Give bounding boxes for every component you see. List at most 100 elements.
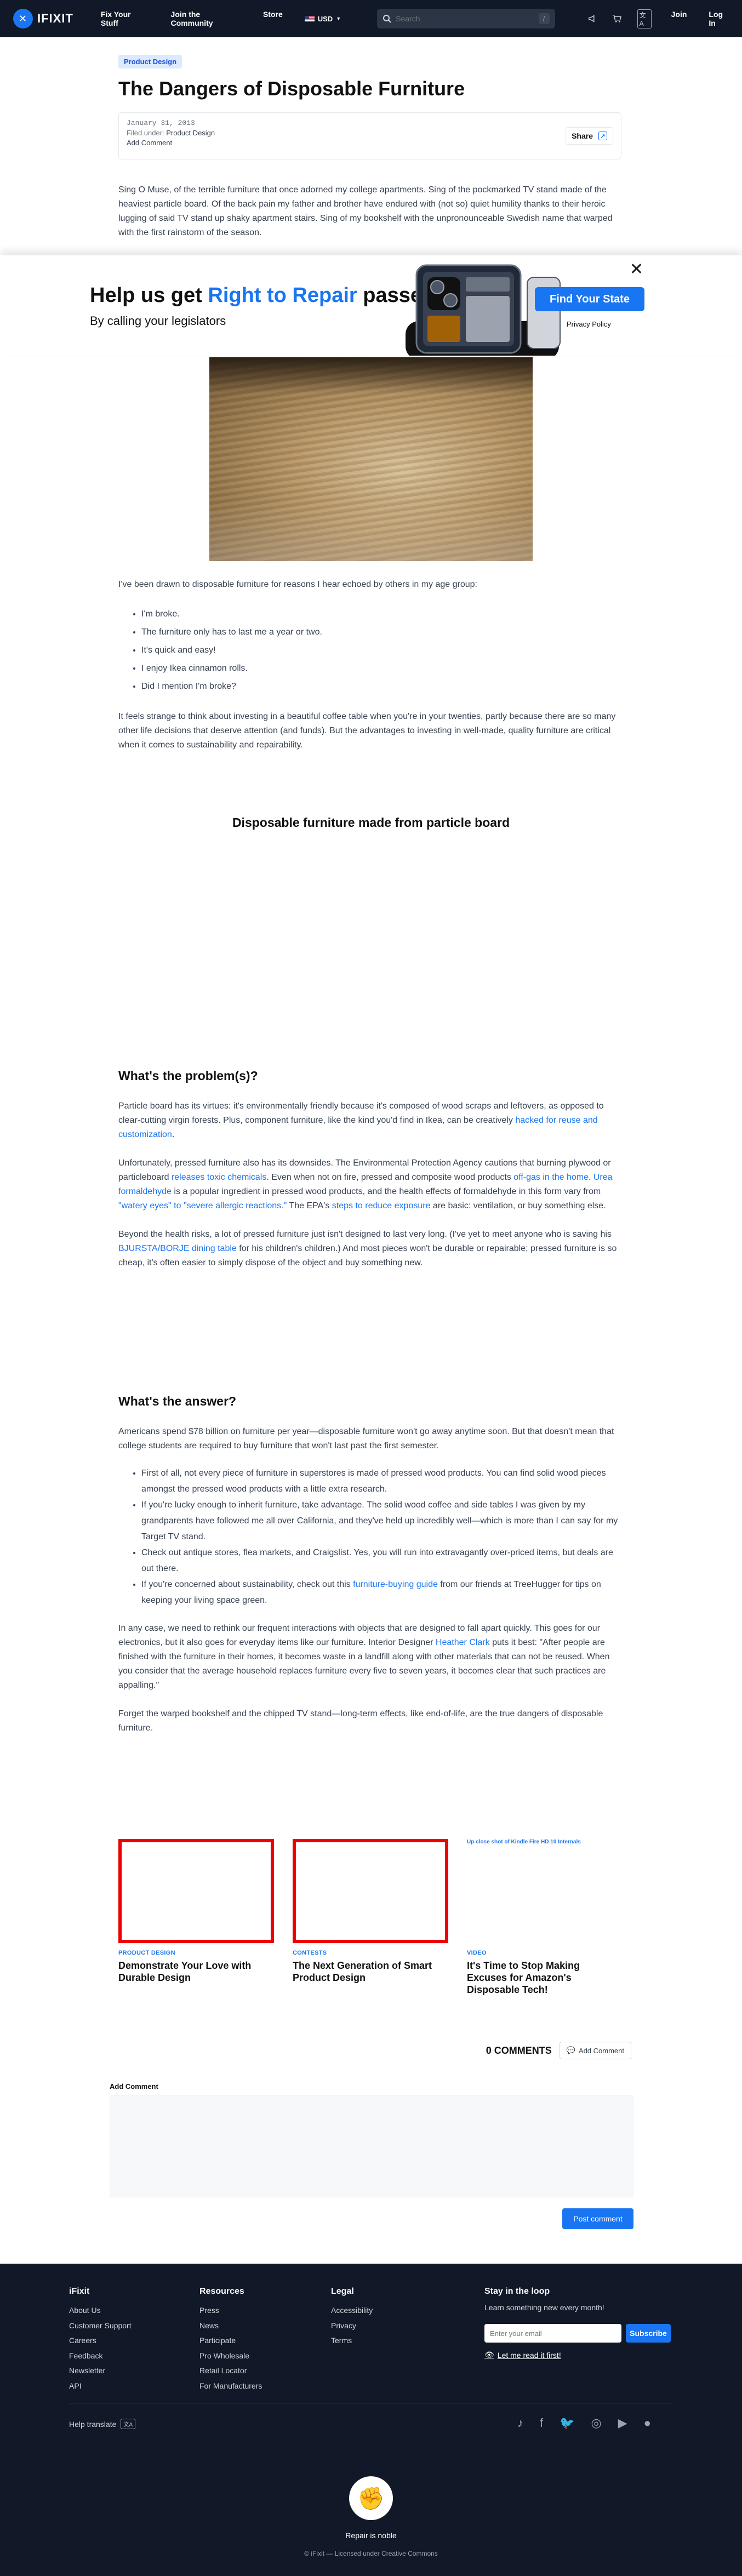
add-comment-link[interactable]: Add Comment xyxy=(127,138,613,148)
footer-link[interactable]: About Us xyxy=(69,2303,132,2318)
related-card-title[interactable]: Demonstrate Your Love with Durable Desig… xyxy=(118,1960,274,1984)
footer-link[interactable]: For Manufacturers xyxy=(199,2379,262,2394)
tiktok-icon[interactable]: ♪ xyxy=(517,2416,523,2430)
us-flag-icon xyxy=(304,15,315,22)
text-span: is a popular ingredient in pressed wood … xyxy=(171,1187,601,1196)
footer-link[interactable]: API xyxy=(69,2379,132,2394)
nav-store[interactable]: Store xyxy=(263,10,283,27)
footer-col-resources: Resources Press News Participate Pro Who… xyxy=(199,2287,262,2394)
strange-paragraph: It feels strange to think about investin… xyxy=(118,712,616,750)
toxic-chemicals-link[interactable]: releases toxic chemicals xyxy=(172,1173,266,1182)
answer-paragraph-1: Americans spend $78 billion on furniture… xyxy=(118,1427,614,1450)
locale-selector[interactable]: USD ▼ xyxy=(304,14,341,23)
footer-link[interactable]: Newsletter xyxy=(69,2363,132,2379)
off-gas-link[interactable]: off-gas in the home xyxy=(513,1173,589,1182)
text-span: The EPA's xyxy=(287,1201,332,1210)
nav-join-community[interactable]: Join the Community xyxy=(171,10,239,27)
watery-eyes-link[interactable]: "watery eyes" to "severe allergic reacti… xyxy=(118,1201,287,1210)
related-card[interactable]: Up close shot of Kindle Fire HD 10 Inter… xyxy=(467,1839,623,1996)
discourse-icon[interactable]: ● xyxy=(644,2416,651,2430)
answer-section: What's the answer? Americans spend $78 b… xyxy=(118,1394,623,1750)
related-card-image[interactable] xyxy=(118,1839,274,1943)
list-item: Check out antique stores, flea markets, … xyxy=(141,1545,623,1577)
footer-link[interactable]: Accessibility xyxy=(331,2303,373,2318)
footer-link[interactable]: Customer Support xyxy=(69,2318,132,2334)
close-icon[interactable]: ✕ xyxy=(630,260,643,279)
read-first-link[interactable]: 👁 Let me read it first! xyxy=(484,2350,671,2360)
comment-textarea[interactable] xyxy=(110,2095,633,2197)
eye-icon: 👁 xyxy=(484,2350,494,2359)
filed-under-link[interactable]: Product Design xyxy=(166,129,215,137)
footer-link[interactable]: Feedback xyxy=(69,2349,132,2364)
problem-paragraph-2: Unfortunately, pressed furniture also ha… xyxy=(118,1156,623,1213)
comment-form-label: Add Comment xyxy=(110,2082,158,2090)
ifixit-logo[interactable]: ✕ IFIXIT xyxy=(13,9,73,28)
related-card[interactable]: PRODUCT DESIGN Demonstrate Your Love wit… xyxy=(118,1839,274,1996)
footer-link[interactable]: Pro Wholesale xyxy=(199,2349,262,2364)
currency-label: USD xyxy=(317,14,333,23)
problem-paragraph-1: Particle board has its virtues: it's env… xyxy=(118,1099,623,1142)
footer-col-title: Resources xyxy=(199,2287,244,2296)
email-field[interactable] xyxy=(484,2324,621,2343)
related-posts: PRODUCT DESIGN Demonstrate Your Love wit… xyxy=(118,1839,633,1996)
banner-subtitle: By calling your legislators xyxy=(90,314,226,328)
answer-paragraph-2: In any case, we need to rethink our freq… xyxy=(118,1621,623,1693)
footer-license: © iFixit — Licensed under Creative Commo… xyxy=(304,2550,438,2557)
footer-link[interactable]: Privacy xyxy=(331,2318,373,2334)
text-span: . xyxy=(172,1130,175,1139)
heather-clark-link[interactable]: Heather Clark xyxy=(436,1638,490,1647)
top-nav: ✕ IFIXIT Fix Your Stuff Join the Communi… xyxy=(0,0,742,37)
text-span: are basic: ventilation, or buy something… xyxy=(430,1201,606,1210)
image-alt-caption: Up close shot of Kindle Fire HD 10 Inter… xyxy=(467,1839,581,1845)
footer-link[interactable]: Retail Locator xyxy=(199,2363,262,2379)
nav-fix-your-stuff[interactable]: Fix Your Stuff xyxy=(101,10,147,27)
login-link[interactable]: Log In xyxy=(709,10,729,27)
filed-under: Filed under: Product Design xyxy=(127,128,613,138)
language-icon[interactable]: 文A xyxy=(637,9,652,28)
list-item: First of all, not every piece of furnitu… xyxy=(141,1465,623,1497)
list-item: It's quick and easy! xyxy=(141,641,623,659)
footer-link[interactable]: Participate xyxy=(199,2333,262,2349)
related-card-category[interactable]: CONTESTS xyxy=(293,1950,448,1956)
privacy-policy-link[interactable]: Privacy Policy xyxy=(567,320,611,328)
related-card-image[interactable] xyxy=(293,1839,448,1943)
add-comment-button[interactable]: 💬 Add Comment xyxy=(559,2042,631,2059)
category-tag[interactable]: Product Design xyxy=(118,55,182,68)
video-embed[interactable] xyxy=(118,838,623,1069)
right-to-repair-banner: Help us get Right to Repair passed By ca… xyxy=(0,255,742,356)
related-card-title[interactable]: The Next Generation of Smart Product Des… xyxy=(293,1960,448,1984)
dining-table-link[interactable]: BJURSTA/BORJE dining table xyxy=(118,1244,237,1253)
help-translate-label: Help translate xyxy=(69,2419,117,2429)
search-input[interactable] xyxy=(396,14,534,23)
related-card-category[interactable]: PRODUCT DESIGN xyxy=(118,1950,274,1956)
post-comment-button[interactable]: Post comment xyxy=(562,2208,633,2229)
related-card[interactable]: CONTESTS The Next Generation of Smart Pr… xyxy=(293,1839,448,1996)
repair-fist-logo-icon: ✊ xyxy=(349,2476,393,2520)
article-meta: January 31, 2013 Filed under: Product De… xyxy=(118,112,621,159)
megaphone-icon[interactable] xyxy=(588,14,597,24)
footer-col-ifixit: iFixit About Us Customer Support Careers… xyxy=(69,2287,132,2394)
reduce-exposure-link[interactable]: steps to reduce exposure xyxy=(332,1201,431,1210)
furniture-guide-link[interactable]: furniture-buying guide xyxy=(353,1580,438,1589)
youtube-icon[interactable]: ▶ xyxy=(618,2416,627,2430)
subscribe-button[interactable]: Subscribe xyxy=(626,2324,671,2343)
footer-link[interactable]: News xyxy=(199,2318,262,2334)
video-title: Disposable furniture made from particle … xyxy=(232,815,510,830)
instagram-icon[interactable]: ◎ xyxy=(591,2416,602,2430)
footer-link[interactable]: Careers xyxy=(69,2333,132,2349)
search-shortcut-key: / xyxy=(538,13,550,24)
facebook-icon[interactable]: f xyxy=(540,2416,543,2430)
twitter-icon[interactable]: 🐦 xyxy=(560,2416,574,2430)
related-card-category[interactable]: VIDEO xyxy=(467,1950,623,1956)
banner-title: Help us get Right to Repair passed xyxy=(90,284,435,307)
cart-icon[interactable] xyxy=(612,14,622,24)
help-translate-link[interactable]: Help translate 文A xyxy=(69,2419,136,2429)
join-link[interactable]: Join xyxy=(671,10,687,27)
related-card-title[interactable]: It's Time to Stop Making Excuses for Ama… xyxy=(467,1960,623,1996)
answer-heading: What's the answer? xyxy=(118,1394,237,1408)
share-button[interactable]: Share ↗ xyxy=(566,127,613,145)
related-card-image[interactable]: Up close shot of Kindle Fire HD 10 Inter… xyxy=(467,1839,623,1943)
footer-link[interactable]: Press xyxy=(199,2303,262,2318)
footer-link[interactable]: Terms xyxy=(331,2333,373,2349)
find-your-state-button[interactable]: Find Your State xyxy=(535,287,644,311)
